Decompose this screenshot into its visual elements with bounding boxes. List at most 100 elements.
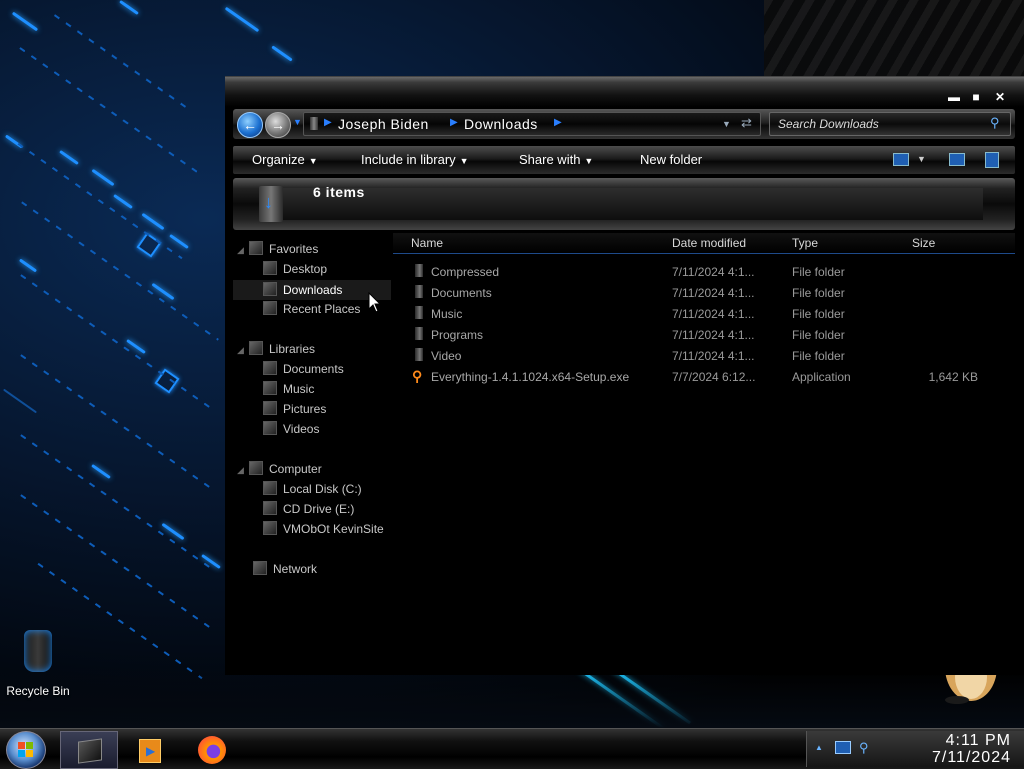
nav-label: Recent Places — [283, 302, 361, 316]
folder-icon — [415, 306, 423, 319]
minimize-button[interactable]: ▬ — [947, 91, 961, 103]
folder-location-icon — [310, 117, 318, 130]
nav-favorites[interactable]: ◢ Favorites — [237, 241, 318, 261]
nav-label: Music — [283, 382, 315, 396]
wallpaper-streak — [59, 149, 79, 166]
file-row[interactable]: Programs 7/11/2024 4:1... File folder — [393, 324, 1015, 345]
wallpaper-dashes — [20, 494, 210, 628]
nav-label: Network — [273, 562, 318, 576]
file-type: File folder — [792, 349, 845, 363]
nav-computer[interactable]: ◢ Computer — [237, 461, 322, 481]
nav-network[interactable]: Network — [253, 561, 317, 581]
address-dropdown-icon[interactable]: ▼ — [722, 119, 731, 129]
details-banner-inner — [265, 188, 983, 220]
folder-icon — [415, 348, 423, 361]
organize-menu[interactable]: Organize ▼ — [252, 152, 318, 167]
file-row[interactable]: Compressed 7/11/2024 4:1... File folder — [393, 261, 1015, 282]
documents-icon — [263, 361, 277, 375]
wallpaper-dashes — [20, 354, 210, 488]
back-button[interactable]: ← — [237, 112, 263, 138]
file-name: Everything-1.4.1.1024.x64-Setup.exe — [431, 370, 630, 384]
breadcrumb-user[interactable]: Joseph Biden — [338, 116, 429, 132]
windows-logo-icon — [18, 742, 34, 758]
downloads-icon — [263, 282, 277, 296]
wallpaper-dashes — [53, 14, 187, 108]
nav-label: VMObOt KevinSite — [283, 522, 384, 536]
wallpaper-streak — [224, 6, 260, 33]
new-folder-button[interactable]: New folder — [640, 152, 702, 167]
help-icon[interactable] — [985, 152, 999, 168]
expand-icon[interactable]: ◢ — [237, 345, 249, 356]
nav-item-documents[interactable]: Documents — [263, 361, 344, 381]
expand-icon[interactable]: ◢ — [237, 245, 249, 256]
libraries-icon — [249, 341, 263, 355]
nav-item-cd-drive[interactable]: CD Drive (E:) — [263, 501, 354, 521]
nav-libraries[interactable]: ◢ Libraries — [237, 341, 315, 361]
file-type: Application — [792, 370, 851, 384]
breadcrumb-downloads[interactable]: Downloads — [464, 116, 538, 132]
nav-item-local-disk[interactable]: Local Disk (C:) — [263, 481, 362, 501]
search-input[interactable] — [776, 115, 985, 133]
file-date: 7/11/2024 4:1... — [672, 265, 755, 279]
items-count: 6 items — [313, 184, 365, 200]
close-button[interactable]: ✕ — [993, 91, 1007, 103]
chevron-down-icon: ▼ — [308, 156, 318, 166]
address-bar[interactable]: ▶ Joseph Biden ▶ Downloads ▶ ▼ — [303, 112, 761, 136]
breadcrumb-separator-icon: ▶ — [324, 117, 332, 128]
file-name: Programs — [431, 328, 484, 342]
file-row[interactable]: Documents 7/11/2024 4:1... File folder — [393, 282, 1015, 303]
file-row[interactable]: Video 7/11/2024 4:1... File folder — [393, 345, 1015, 366]
file-row[interactable]: Music 7/11/2024 4:1... File folder — [393, 303, 1015, 324]
wallpaper-dashes — [20, 434, 210, 568]
search-box[interactable]: ⚲ — [769, 112, 1011, 136]
nav-item-videos[interactable]: Videos — [263, 421, 319, 441]
nav-item-network-share[interactable]: VMObOt KevinSite — [263, 521, 384, 541]
explorer-window: ▬ ■ ✕ ← → ▼ ▶ Joseph Biden ▶ Downloads ▶… — [225, 76, 1024, 675]
desktop-icon-recycle-bin[interactable]: Recycle Bin — [4, 630, 72, 698]
clock-time[interactable]: 4:11 PM — [901, 732, 1011, 750]
file-type: File folder — [792, 265, 845, 279]
column-header-date-modified[interactable]: Date modified — [672, 236, 746, 250]
nav-item-desktop[interactable]: Desktop — [263, 261, 327, 281]
search-icon[interactable]: ⚲ — [990, 115, 1006, 131]
nav-item-pictures[interactable]: Pictures — [263, 401, 326, 421]
column-header-type[interactable]: Type — [792, 236, 818, 250]
show-hidden-icons-icon[interactable]: ▲ — [815, 743, 823, 752]
preview-pane-icon[interactable] — [949, 153, 965, 166]
maximize-button[interactable]: ■ — [969, 91, 983, 103]
nav-label: Local Disk (C:) — [283, 482, 362, 496]
wallpaper-stripes — [764, 0, 1024, 80]
nav-item-recent-places[interactable]: Recent Places — [263, 301, 360, 321]
view-options-dropdown-icon[interactable]: ▼ — [917, 154, 926, 164]
network-tray-icon[interactable] — [835, 741, 851, 754]
include-in-library-menu[interactable]: Include in library ▼ — [361, 152, 469, 167]
videos-icon — [263, 421, 277, 435]
clock-date[interactable]: 7/11/2024 — [881, 749, 1011, 767]
column-header-size[interactable]: Size — [912, 236, 935, 250]
start-button[interactable] — [6, 731, 46, 769]
volume-tray-icon[interactable]: ⚲ — [859, 740, 869, 756]
taskbar: ▶ ▲ ⚲ 4:11 PM 7/11/2024 — [0, 728, 1024, 769]
file-date: 7/11/2024 4:1... — [672, 349, 755, 363]
title-bar[interactable]: ▬ ■ ✕ — [225, 77, 1024, 107]
download-arrow-icon: ↓ — [264, 192, 273, 212]
file-row[interactable]: ⚲ Everything-1.4.1.1024.x64-Setup.exe 7/… — [393, 366, 1015, 387]
change-view-icon[interactable] — [893, 153, 909, 166]
file-name: Compressed — [431, 265, 500, 279]
share-with-menu[interactable]: Share with ▼ — [519, 152, 593, 167]
expand-icon[interactable]: ◢ — [237, 465, 249, 476]
wallpaper-streak — [141, 212, 165, 231]
desktop-icon-label: Recycle Bin — [6, 684, 70, 698]
include-in-library-label: Include in library — [361, 152, 456, 167]
refresh-icon[interactable]: ⇄ — [741, 115, 752, 131]
recent-pages-dropdown-icon[interactable]: ▼ — [293, 117, 302, 127]
column-header-name[interactable]: Name — [411, 236, 443, 250]
recycle-bin-icon — [24, 630, 52, 672]
nav-item-music[interactable]: Music — [263, 381, 314, 401]
taskbar-firefox-button[interactable] — [185, 731, 241, 767]
file-date: 7/7/2024 6:12... — [672, 370, 756, 384]
favorites-star-icon — [249, 241, 263, 255]
taskbar-explorer-button[interactable] — [60, 731, 118, 769]
forward-button[interactable]: → — [265, 112, 291, 138]
taskbar-media-player-button[interactable]: ▶ — [122, 731, 178, 767]
